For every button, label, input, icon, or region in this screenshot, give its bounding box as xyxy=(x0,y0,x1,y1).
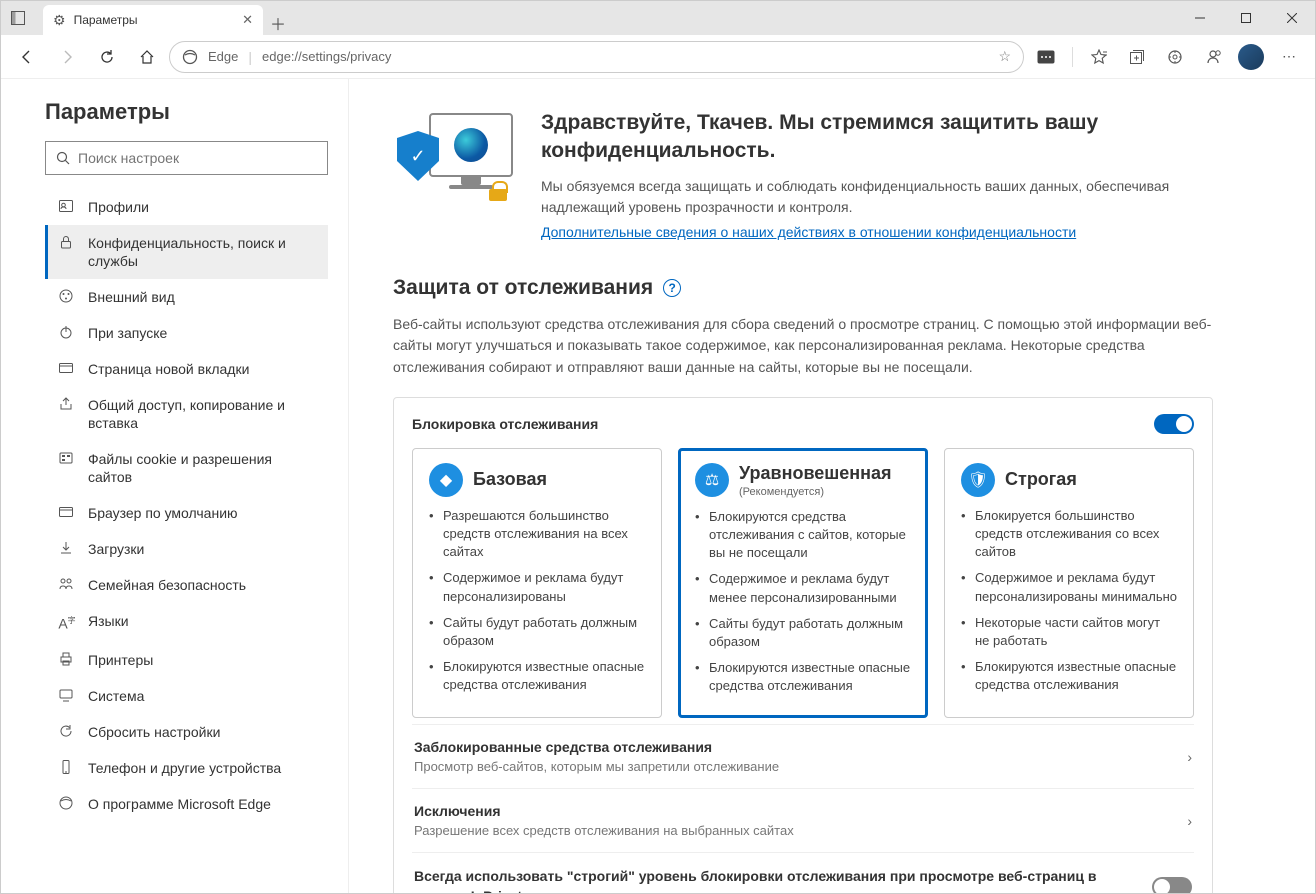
tab-strip: ⚙ Параметры ✕ ＋ xyxy=(35,1,293,35)
blocked-trackers-link[interactable]: Заблокированные средства отслеживания Пр… xyxy=(412,724,1194,788)
address-url: edge://settings/privacy xyxy=(262,49,391,64)
tracking-card: Блокировка отслеживания ◆ Базовая Разреш… xyxy=(393,397,1213,893)
tab-title: Параметры xyxy=(74,13,235,27)
basic-icon: ◆ xyxy=(429,463,463,497)
sidebar-heading: Параметры xyxy=(45,99,328,125)
gear-icon: ⚙ xyxy=(53,12,66,29)
settings-search[interactable] xyxy=(45,141,328,175)
lock-icon xyxy=(58,234,76,250)
home-button[interactable] xyxy=(129,39,165,75)
sidebar-item-startup[interactable]: При запуске xyxy=(45,315,328,351)
hero-graphic: ✓ xyxy=(393,109,513,199)
strict-inprivate-toggle[interactable] xyxy=(1152,877,1192,893)
edge-icon xyxy=(182,49,198,65)
sidebar-item-languages[interactable]: A字Языки xyxy=(45,603,328,642)
tracking-card-title: Блокировка отслеживания xyxy=(412,416,598,432)
chevron-right-icon: › xyxy=(1187,813,1192,829)
tab-actions-icon[interactable] xyxy=(1,1,35,35)
power-icon xyxy=(58,324,76,340)
maximize-button[interactable] xyxy=(1223,1,1269,35)
close-window-button[interactable] xyxy=(1269,1,1315,35)
content: Параметры Профили Конфиденциальность, по… xyxy=(1,79,1315,893)
family-icon xyxy=(58,576,76,592)
appearance-icon xyxy=(58,288,76,304)
search-input[interactable] xyxy=(78,150,317,166)
tracking-heading: Защита от отслеживания ? xyxy=(393,276,1213,300)
settings-main: ✓ Здравствуйте, Ткачев. Мы стремимся защ… xyxy=(349,79,1315,893)
sidebar-item-privacy[interactable]: Конфиденциальность, поиск и службы xyxy=(45,225,328,279)
new-tab-button[interactable]: ＋ xyxy=(263,11,293,35)
address-bar[interactable]: Edge | edge://settings/privacy ☆ xyxy=(169,41,1024,73)
sidebar-item-default-browser[interactable]: Браузер по умолчанию xyxy=(45,495,328,531)
minimize-button[interactable] xyxy=(1177,1,1223,35)
sidebar-item-profiles[interactable]: Профили xyxy=(45,189,328,225)
sidebar-item-cookies[interactable]: Файлы cookie и разрешения сайтов xyxy=(45,441,328,495)
browser-icon xyxy=(58,504,76,520)
edge-window: ⚙ Параметры ✕ ＋ Edge | edge://settings/p… xyxy=(0,0,1316,894)
exceptions-link[interactable]: Исключения Разрешение всех средств отсле… xyxy=(412,788,1194,852)
titlebar: ⚙ Параметры ✕ ＋ xyxy=(1,1,1315,35)
sidebar-item-new-tab[interactable]: Страница новой вкладки xyxy=(45,351,328,387)
hero-description: Мы обязуемся всегда защищать и соблюдать… xyxy=(541,176,1213,218)
toolbar: Edge | edge://settings/privacy ☆ ⋯ xyxy=(1,35,1315,79)
window-controls xyxy=(1177,1,1315,35)
system-icon xyxy=(58,687,76,703)
printer-icon xyxy=(58,651,76,667)
help-icon[interactable]: ? xyxy=(663,279,681,297)
chevron-right-icon: › xyxy=(1187,749,1192,765)
level-basic[interactable]: ◆ Базовая Разрешаются большинство средст… xyxy=(412,448,662,719)
strict-inprivate-row: Всегда использовать "строгий" уровень бл… xyxy=(412,852,1194,893)
privacy-learn-more-link[interactable]: Дополнительные сведения о наших действия… xyxy=(541,224,1076,240)
sidebar-item-downloads[interactable]: Загрузки xyxy=(45,531,328,567)
download-icon xyxy=(58,540,76,556)
sidebar-item-family[interactable]: Семейная безопасность xyxy=(45,567,328,603)
tracking-prevention-toggle[interactable] xyxy=(1154,414,1194,434)
profile-icon xyxy=(58,198,76,214)
balanced-icon: ⚖ xyxy=(695,463,729,497)
edge-logo-icon xyxy=(454,128,488,162)
newtab-icon xyxy=(58,360,76,376)
tracking-levels: ◆ Базовая Разрешаются большинство средст… xyxy=(412,448,1194,719)
more-menu-icon[interactable]: ⋯ xyxy=(1271,39,1307,75)
sidebar-item-phone[interactable]: Телефон и другие устройства xyxy=(45,750,328,786)
cookies-icon xyxy=(58,450,76,466)
search-icon xyxy=(56,151,70,165)
collections-icon[interactable] xyxy=(1119,39,1155,75)
tracking-description: Веб-сайты используют средства отслеживан… xyxy=(393,314,1213,379)
extensions-icon[interactable] xyxy=(1157,39,1193,75)
settings-nav: Профили Конфиденциальность, поиск и служ… xyxy=(45,189,328,822)
favorite-star-icon[interactable]: ☆ xyxy=(998,48,1011,65)
profile-avatar[interactable] xyxy=(1233,39,1269,75)
close-icon[interactable]: ✕ xyxy=(242,12,253,28)
level-balanced[interactable]: ⚖ Уравновешенная (Рекомендуется) Блокиру… xyxy=(678,448,928,719)
settings-sidebar: Параметры Профили Конфиденциальность, по… xyxy=(1,79,349,893)
sidebar-item-system[interactable]: Система xyxy=(45,678,328,714)
sidebar-item-share[interactable]: Общий доступ, копирование и вставка xyxy=(45,387,328,441)
sidebar-item-reset[interactable]: Сбросить настройки xyxy=(45,714,328,750)
sidebar-item-appearance[interactable]: Внешний вид xyxy=(45,279,328,315)
favorites-icon[interactable] xyxy=(1081,39,1117,75)
sidebar-item-about[interactable]: О программе Microsoft Edge xyxy=(45,786,328,822)
forward-button[interactable] xyxy=(49,39,85,75)
share-icon xyxy=(58,396,76,412)
hero-title: Здравствуйте, Ткачев. Мы стремимся защит… xyxy=(541,109,1213,166)
level-strict[interactable]: 🛡 Строгая Блокируется большинство средст… xyxy=(944,448,1194,719)
feedback-icon[interactable] xyxy=(1195,39,1231,75)
address-site-label: Edge xyxy=(208,49,238,64)
translate-icon[interactable] xyxy=(1028,39,1064,75)
language-icon: A字 xyxy=(58,612,76,633)
tab-settings[interactable]: ⚙ Параметры ✕ xyxy=(43,5,263,35)
sidebar-item-printers[interactable]: Принтеры xyxy=(45,642,328,678)
privacy-hero: ✓ Здравствуйте, Ткачев. Мы стремимся защ… xyxy=(393,109,1213,240)
padlock-icon xyxy=(489,181,507,201)
edge-about-icon xyxy=(58,795,76,811)
phone-icon xyxy=(58,759,76,775)
strict-icon: 🛡 xyxy=(961,463,995,497)
reset-icon xyxy=(58,723,76,739)
back-button[interactable] xyxy=(9,39,45,75)
refresh-button[interactable] xyxy=(89,39,125,75)
